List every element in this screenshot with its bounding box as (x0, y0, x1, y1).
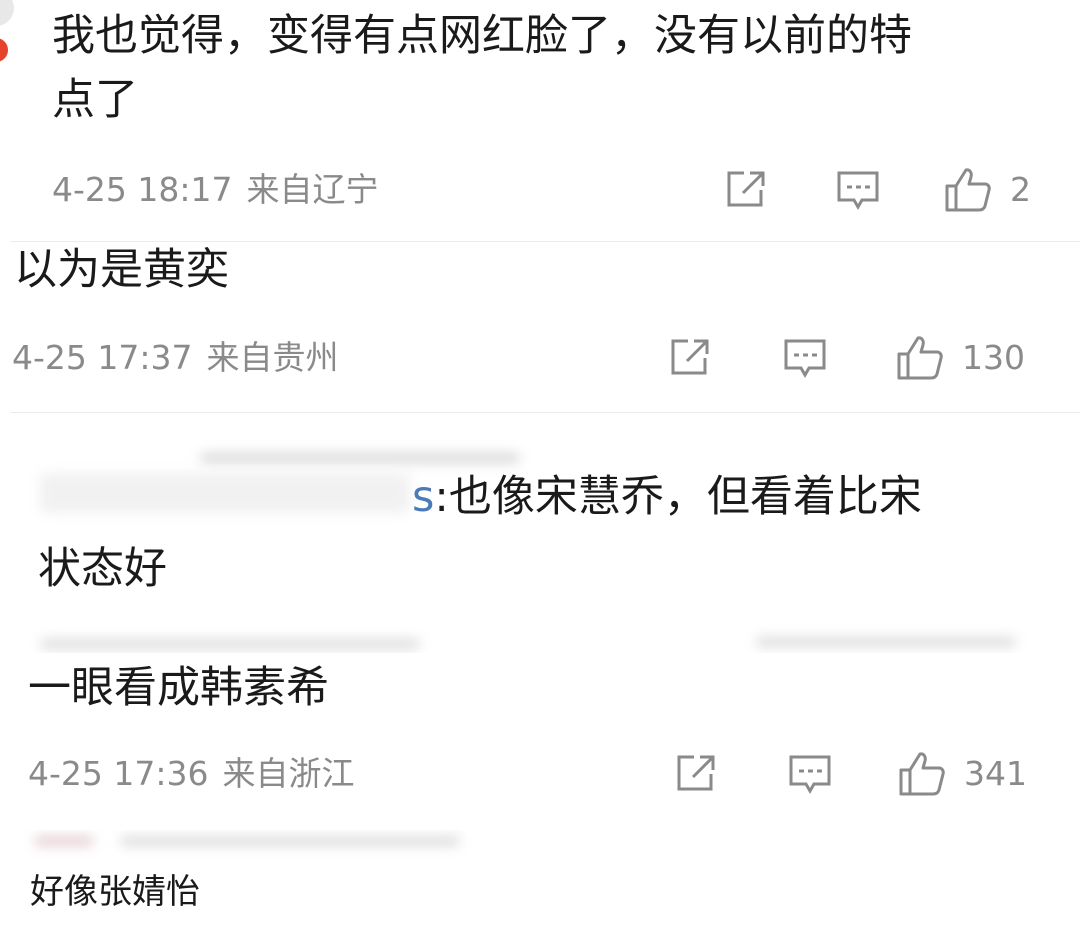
share-icon (677, 755, 715, 791)
cropped-text-strip (200, 453, 520, 463)
share-button[interactable] (668, 336, 712, 378)
like-button[interactable]: 2 (944, 166, 1031, 214)
cropped-username-strip (120, 836, 460, 846)
comment-location: 来自贵州 (206, 338, 339, 377)
comment-icon (837, 171, 879, 211)
comment-date: 4-25 17:36 (28, 754, 209, 793)
comment-item-3: s:也像宋慧乔，但看着比宋 状态好 (0, 413, 1080, 653)
like-button[interactable]: 130 (896, 334, 1025, 382)
comment-text-line: 点了 (52, 75, 138, 125)
comment-text: s:也像宋慧乔，但看着比宋 (412, 465, 922, 529)
like-button[interactable]: 341 (898, 750, 1027, 798)
comment-item-5: 好像张婧怡 (0, 830, 1080, 937)
comment-item-1: 我也觉得，变得有点网红脸了，没有以前的特 点了 4-25 18:17 来自辽宁 2 (0, 0, 1080, 240)
share-button[interactable] (674, 752, 718, 794)
comment-icon (789, 755, 831, 795)
comment-text-line: 我也觉得，变得有点网红脸了，没有以前的特 (52, 11, 912, 61)
avatar-badge (0, 38, 8, 62)
share-button[interactable] (724, 168, 768, 210)
comment-item-4: 一眼看成韩素希 4-25 17:36 来自浙江 341 (0, 654, 1080, 830)
comment-text-line: 状态好 (38, 544, 167, 594)
share-icon (727, 171, 765, 207)
cropped-avatar (34, 836, 94, 846)
reply-button[interactable] (836, 170, 880, 212)
like-count: 130 (962, 338, 1025, 377)
comment-icon (784, 339, 826, 379)
cropped-icon-strip (756, 637, 1016, 647)
thumbs-up-icon (945, 168, 991, 212)
comment-text-line: 一眼看成韩素希 (28, 663, 329, 713)
comment-text: 一眼看成韩素希 (28, 656, 329, 720)
reply-button[interactable] (783, 338, 827, 380)
mention-link[interactable]: s (412, 472, 434, 522)
comment-meta: 4-25 17:37 来自贵州 (12, 338, 339, 378)
comment-location: 来自浙江 (222, 754, 355, 793)
comment-meta: 4-25 17:36 来自浙江 (28, 754, 355, 794)
blurred-username (40, 473, 410, 513)
comment-text-line: 以为是黄奕 (14, 245, 229, 295)
cropped-meta-strip (40, 639, 420, 649)
comment-text-continued: 状态好 (38, 537, 167, 601)
comment-text-line: :也像宋慧乔，但看着比宋 (434, 472, 922, 522)
comment-date: 4-25 17:37 (12, 338, 193, 377)
comment-location: 来自辽宁 (246, 170, 379, 209)
comment-text: 我也觉得，变得有点网红脸了，没有以前的特 点了 (52, 4, 912, 132)
reply-button[interactable] (788, 754, 832, 796)
like-count: 341 (964, 754, 1027, 793)
comment-text: 以为是黄奕 (14, 242, 229, 302)
share-icon (671, 339, 709, 375)
thumbs-up-icon (899, 752, 945, 796)
comment-date: 4-25 18:17 (52, 170, 233, 209)
avatar[interactable] (0, 0, 14, 26)
comment-text: 好像张婧怡 (30, 872, 200, 912)
comment-meta: 4-25 18:17 来自辽宁 (52, 170, 379, 210)
thumbs-up-icon (897, 336, 943, 380)
like-count: 2 (1010, 170, 1031, 209)
comment-item-2: 以为是黄奕 4-25 17:37 来自贵州 130 (0, 242, 1080, 412)
